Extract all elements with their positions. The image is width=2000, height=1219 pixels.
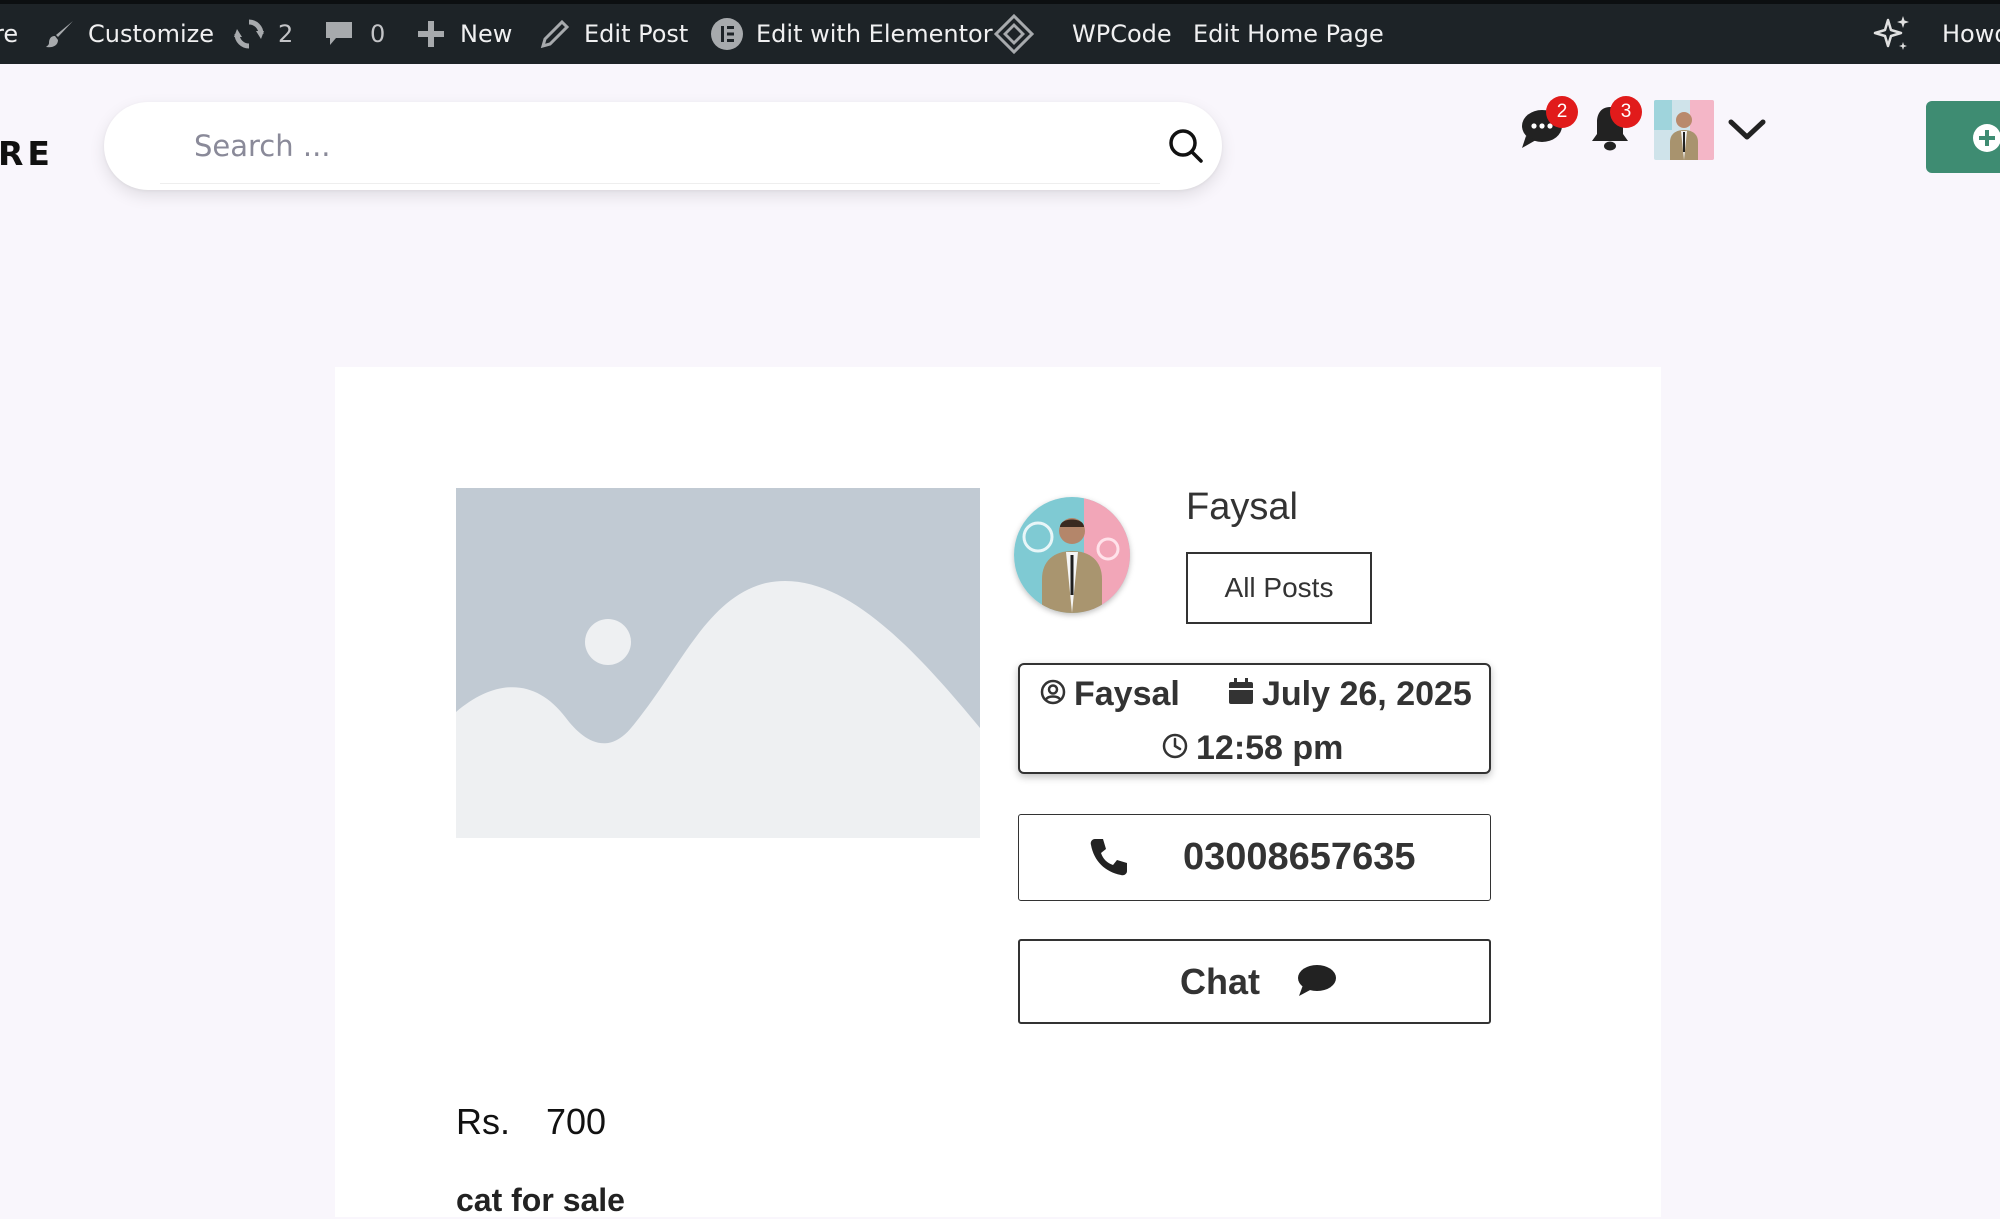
updates-icon	[232, 17, 266, 51]
admin-bar-edit-elementor[interactable]: Edit with Elementor	[710, 4, 993, 64]
admin-bar-comments[interactable]: 0	[324, 4, 385, 64]
add-circle-icon	[1972, 123, 2000, 158]
chevron-down-icon	[1728, 119, 1766, 146]
price-currency: Rs.	[456, 1101, 510, 1142]
post-image-placeholder	[456, 488, 980, 838]
comments-count: 0	[370, 20, 386, 48]
author-name[interactable]: Faysal	[1186, 486, 1298, 529]
meta-time-text: 12:58 pm	[1196, 729, 1344, 767]
howdy-label: Howdy	[1942, 20, 2000, 48]
edit-elementor-label: Edit with Elementor	[756, 20, 993, 48]
search-icon	[1166, 129, 1206, 170]
phone-button[interactable]: 03008657635	[1018, 814, 1491, 901]
admin-bar-new[interactable]: New	[416, 4, 512, 64]
comment-icon	[1296, 963, 1338, 1004]
meta-author-name: Faysal	[1074, 675, 1180, 713]
user-circle-icon	[1040, 675, 1074, 714]
edit-home-label: Edit Home Page	[1193, 20, 1384, 48]
admin-bar-wpcode[interactable]: WPCode	[1072, 4, 1172, 64]
pencil-icon	[540, 19, 570, 49]
meta-date: July 26, 2025	[1228, 675, 1472, 714]
admin-bar-ai[interactable]	[1872, 4, 1912, 64]
chat-label: Chat	[1180, 960, 1260, 1002]
meta-time: 12:58 pm	[1162, 729, 1343, 768]
admin-bar-updates[interactable]: 2	[232, 4, 293, 64]
site-logo[interactable]: RE	[0, 134, 54, 173]
admin-bar-customize[interactable]: Customize	[44, 4, 214, 64]
search-input[interactable]	[160, 108, 1160, 184]
phone-icon	[1089, 837, 1129, 882]
admin-bar-account[interactable]: Howdy	[1942, 4, 2000, 64]
site-name-label: re	[0, 20, 19, 48]
updates-count: 2	[278, 20, 294, 48]
admin-bar-site-name[interactable]: re	[0, 4, 18, 64]
chat-button[interactable]: Chat	[1018, 939, 1491, 1024]
post-meta-box: Faysal July 26, 2025 12:58 pm	[1018, 663, 1491, 774]
clock-icon	[1162, 729, 1196, 768]
meta-author: Faysal	[1040, 675, 1180, 714]
admin-bar-wpcode-icon-item[interactable]	[994, 4, 1034, 64]
meta-date-text: July 26, 2025	[1262, 675, 1472, 713]
admin-bar: re Customize 2 0 New Edit Post E	[0, 0, 2000, 64]
admin-bar-edit-post[interactable]: Edit Post	[540, 4, 688, 64]
post-description: cat for sale	[456, 1182, 625, 1218]
elementor-icon	[710, 17, 744, 51]
user-avatar[interactable]	[1654, 100, 1714, 160]
bell-icon	[1590, 107, 1630, 156]
customize-label: Customize	[88, 20, 214, 48]
search-bar	[104, 102, 1222, 190]
new-label: New	[460, 20, 513, 48]
wpcode-icon	[994, 14, 1034, 54]
ai-sparkle-icon	[1872, 14, 1912, 54]
comment-icon	[324, 19, 354, 49]
add-listing-button[interactable]	[1926, 101, 2000, 173]
chat-bubble-icon	[1520, 110, 1566, 154]
notifications-badge: 3	[1610, 96, 1642, 128]
price-value: 700	[546, 1101, 607, 1142]
brush-icon	[44, 18, 76, 50]
calendar-icon	[1228, 675, 1262, 714]
admin-bar-edit-home[interactable]: Edit Home Page	[1193, 4, 1384, 64]
phone-number: 03008657635	[1183, 836, 1416, 878]
search-button[interactable]	[1166, 126, 1206, 166]
plus-icon	[416, 19, 446, 49]
author-avatar[interactable]	[1014, 497, 1130, 613]
messages-badge: 2	[1546, 96, 1578, 128]
wpcode-label: WPCode	[1072, 20, 1172, 48]
account-menu-toggle[interactable]	[1728, 118, 1766, 147]
edit-post-label: Edit Post	[584, 20, 689, 48]
all-posts-button[interactable]: All Posts	[1186, 552, 1372, 624]
